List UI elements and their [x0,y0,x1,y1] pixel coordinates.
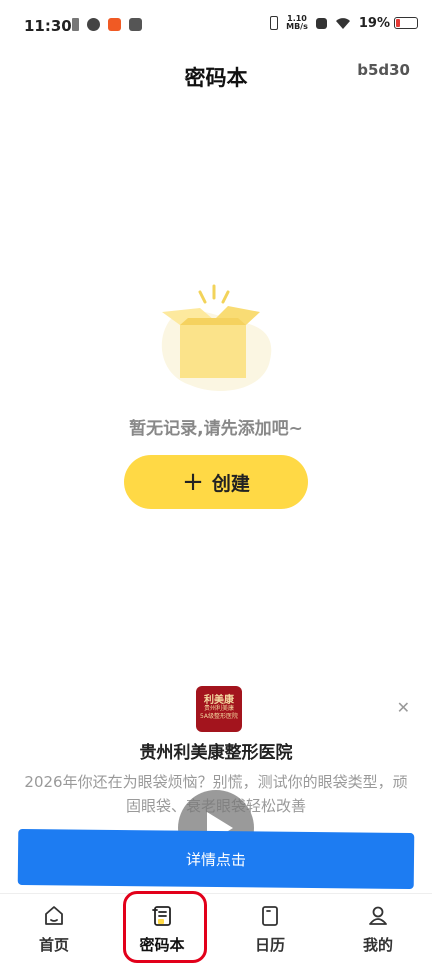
sim-off-icon [315,17,327,29]
calendar-icon [262,906,278,926]
plus-icon: + [182,467,204,497]
battery-icon [394,17,418,29]
network-speed: 1.10 MB/s [286,15,308,31]
ad-details-button[interactable]: 详情点击 [17,828,415,890]
network-speed-unit: MB/s [286,22,308,31]
nav-divider [0,893,432,894]
nav-item-calendar[interactable]: 日历 [216,896,324,964]
wifi-icon [335,17,350,29]
mail-icon [129,18,142,31]
battery-indicator: 19% [359,16,418,31]
ad-logo[interactable]: 利美康 贵州利美康 5A级整形医院 [196,686,242,732]
profile-icon [369,906,387,925]
vibrate-icon [270,16,279,30]
empty-box-icon [161,284,272,392]
close-icon[interactable]: ✕ [397,698,410,717]
status-bar: 11:30 1.10 MB/s 19% [0,0,432,52]
active-tab-highlight [123,891,207,963]
status-time: 11:30 [24,17,72,35]
create-button-label: 创建 [211,472,250,495]
nav-item-home[interactable]: 首页 [0,896,108,964]
nav-label-calendar: 日历 [254,936,285,954]
create-button[interactable]: + 创建 [124,455,308,509]
sync-icon [87,18,100,31]
ad-details-label: 详情点击 [185,850,247,869]
bottom-nav: 首页 密码本 日历 我的 [0,896,432,964]
nav-label-home: 首页 [38,936,69,954]
empty-state-message: 暂无记录,请先添加吧~ [129,419,303,439]
app-notification-icon [108,18,121,31]
nav-label-profile: 我的 [362,936,393,954]
ad-logo-text-mid: 贵州利美康 [203,705,234,712]
home-icon [45,906,63,925]
storage-icon [72,18,79,31]
user-id-label: b5d30 [357,61,410,79]
ad-logo-text-bottom: 5A级整形医院 [200,713,238,720]
battery-percent: 19% [358,15,390,31]
ad-logo-text-top: 利美康 [204,695,234,706]
nav-item-profile[interactable]: 我的 [324,896,432,964]
ad-title[interactable]: 贵州利美康整形医院 [0,738,432,763]
